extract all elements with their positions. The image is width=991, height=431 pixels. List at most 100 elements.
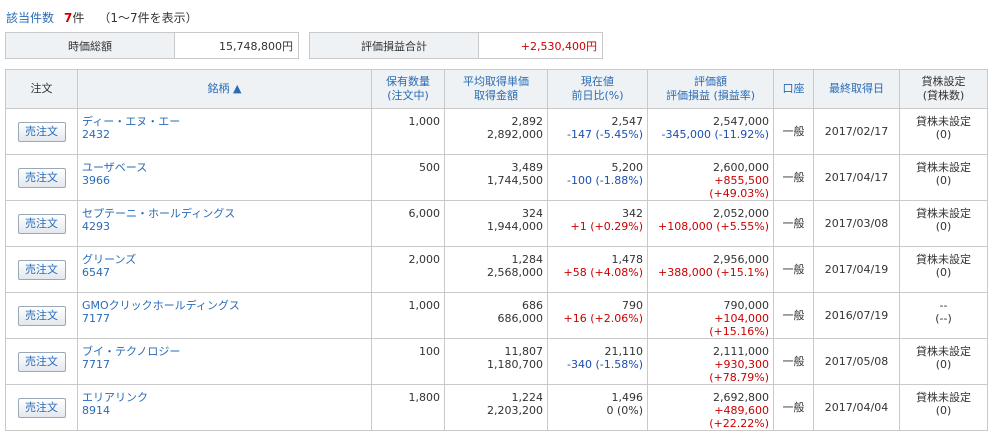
holdings-table: 注文 銘柄 ▲ 保有数量 (注文中) 平均取得単価 取得金額 現在値 前日比(%) 評… bbox=[5, 69, 988, 431]
col-price-sort[interactable]: 現在値 前日比(%) bbox=[547, 69, 648, 109]
account-type: 一般 bbox=[773, 154, 814, 201]
account-type: 一般 bbox=[773, 108, 814, 155]
day-change: 0 (0%) bbox=[606, 404, 643, 417]
avg-price: 686 bbox=[522, 299, 543, 312]
last-acquired-date: 2017/05/08 bbox=[813, 338, 900, 385]
last-acquired-date: 2017/04/17 bbox=[813, 154, 900, 201]
lend-setting: 貸株未設定 bbox=[916, 115, 971, 128]
market-value-box: 時価総額 15,748,800円 bbox=[5, 32, 299, 59]
eval-amount: 790,000 bbox=[723, 299, 770, 312]
avg-price: 1,284 bbox=[511, 253, 544, 266]
avg-price: 3,489 bbox=[511, 161, 544, 174]
stock-name-link[interactable]: ブイ・テクノロジー bbox=[82, 345, 367, 358]
account-type: 一般 bbox=[773, 292, 814, 339]
stock-code: 2432 bbox=[82, 128, 110, 141]
stock-name-link[interactable]: グリーンズ bbox=[82, 253, 367, 266]
sell-order-button[interactable]: 売注文 bbox=[17, 213, 66, 234]
current-price: 1,478 bbox=[611, 253, 644, 266]
eval-amount: 2,956,000 bbox=[713, 253, 769, 266]
eval-pl: +855,500 (+49.03%) bbox=[709, 174, 769, 200]
col-qty-sort[interactable]: 保有数量 (注文中) bbox=[371, 69, 445, 109]
stock-name-link[interactable]: セプテーニ・ホールディングス bbox=[82, 207, 367, 220]
table-row: 売注文 ブイ・テクノロジー 7717 100 11,807 1,180,700 21… bbox=[5, 338, 988, 385]
acquisition-cost: 2,203,200 bbox=[487, 404, 543, 417]
pl-total-label: 評価損益合計 bbox=[310, 33, 479, 58]
avg-price: 2,892 bbox=[511, 115, 544, 128]
stock-name-link[interactable]: ユーザベース bbox=[82, 161, 367, 174]
eval-pl: -345,000 (-11.92%) bbox=[661, 128, 769, 141]
count-range: （1〜7件を表示） bbox=[98, 11, 198, 25]
lend-setting: 貸株未設定 bbox=[916, 207, 971, 220]
stock-code: 4293 bbox=[82, 220, 110, 233]
col-eval-sort[interactable]: 評価額 評価損益 (損益率) bbox=[647, 69, 774, 109]
last-acquired-date: 2016/07/19 bbox=[813, 292, 900, 339]
holding-qty: 1,000 bbox=[371, 108, 445, 155]
col-name-label: 銘柄 ▲ bbox=[207, 82, 242, 95]
acquisition-cost: 1,180,700 bbox=[487, 358, 543, 371]
acquisition-cost: 1,744,500 bbox=[487, 174, 543, 187]
day-change: -147 (-5.45%) bbox=[567, 128, 643, 141]
lend-qty: (0) bbox=[935, 358, 952, 371]
table-row: 売注文 ユーザベース 3966 500 3,489 1,744,500 5,200-… bbox=[5, 154, 988, 201]
stock-name-link[interactable]: エリアリンク bbox=[82, 391, 367, 404]
eval-amount: 2,692,800 bbox=[713, 391, 769, 404]
count-label: 該当件数 bbox=[6, 11, 55, 25]
eval-pl: +930,300 (+78.79%) bbox=[709, 358, 769, 384]
current-price: 2,547 bbox=[611, 115, 644, 128]
account-type: 一般 bbox=[773, 200, 814, 247]
table-row: 売注文 エリアリンク 8914 1,800 1,224 2,203,200 1,49… bbox=[5, 384, 988, 431]
holding-qty: 500 bbox=[371, 154, 445, 201]
last-acquired-date: 2017/03/08 bbox=[813, 200, 900, 247]
lend-setting: 貸株未設定 bbox=[916, 345, 971, 358]
eval-pl: +489,600 (+22.22%) bbox=[709, 404, 769, 430]
avg-price: 324 bbox=[522, 207, 543, 220]
day-change: -100 (-1.88%) bbox=[567, 174, 643, 187]
lend-qty: (0) bbox=[935, 128, 952, 141]
lend-setting: 貸株未設定 bbox=[916, 391, 971, 404]
stock-name-link[interactable]: ディー・エヌ・エー bbox=[82, 115, 367, 128]
holding-qty: 1,000 bbox=[371, 292, 445, 339]
pl-total-box: 評価損益合計 +2,530,400円 bbox=[309, 32, 603, 59]
lend-qty: (0) bbox=[935, 174, 952, 187]
table-row: 売注文 ディー・エヌ・エー 2432 1,000 2,892 2,892,000 2… bbox=[5, 108, 988, 155]
stock-name-link[interactable]: GMOクリックホールディングス bbox=[82, 299, 367, 312]
eval-amount: 2,052,000 bbox=[713, 207, 769, 220]
sell-order-button[interactable]: 売注文 bbox=[17, 121, 66, 142]
sell-order-button[interactable]: 売注文 bbox=[17, 351, 66, 372]
current-price: 342 bbox=[622, 207, 643, 220]
account-type: 一般 bbox=[773, 384, 814, 431]
stock-code: 8914 bbox=[82, 404, 110, 417]
sell-order-button[interactable]: 売注文 bbox=[17, 259, 66, 280]
col-order: 注文 bbox=[5, 69, 78, 109]
lend-qty: (0) bbox=[935, 220, 952, 233]
lend-setting: 貸株未設定 bbox=[916, 161, 971, 174]
pl-total: +2,530,400円 bbox=[479, 33, 602, 58]
col-lend: 貸株設定 (貸株数) bbox=[899, 69, 988, 109]
lend-qty: (0) bbox=[935, 404, 952, 417]
col-date-sort[interactable]: 最終取得日 bbox=[813, 69, 900, 109]
stock-code: 7717 bbox=[82, 358, 110, 371]
acquisition-cost: 686,000 bbox=[497, 312, 544, 325]
stock-code: 3966 bbox=[82, 174, 110, 187]
col-avg-sort[interactable]: 平均取得単価 取得金額 bbox=[444, 69, 548, 109]
acquisition-cost: 1,944,000 bbox=[487, 220, 543, 233]
sell-order-button[interactable]: 売注文 bbox=[17, 397, 66, 418]
eval-pl: +108,000 (+5.55%) bbox=[658, 220, 769, 233]
eval-amount: 2,111,000 bbox=[713, 345, 769, 358]
holding-qty: 6,000 bbox=[371, 200, 445, 247]
account-type: 一般 bbox=[773, 338, 814, 385]
last-acquired-date: 2017/02/17 bbox=[813, 108, 900, 155]
lend-setting: 貸株未設定 bbox=[916, 253, 971, 266]
sell-order-button[interactable]: 売注文 bbox=[17, 167, 66, 188]
eval-pl: +388,000 (+15.1%) bbox=[658, 266, 769, 279]
last-acquired-date: 2017/04/04 bbox=[813, 384, 900, 431]
eval-amount: 2,600,000 bbox=[713, 161, 769, 174]
lend-qty: (--) bbox=[935, 312, 952, 325]
col-account-sort[interactable]: 口座 bbox=[773, 69, 814, 109]
sell-order-button[interactable]: 売注文 bbox=[17, 305, 66, 326]
col-name-sort[interactable]: 銘柄 ▲ bbox=[77, 69, 372, 109]
table-row: 売注文 GMOクリックホールディングス 7177 1,000 686 686,000… bbox=[5, 292, 988, 339]
acquisition-cost: 2,568,000 bbox=[487, 266, 543, 279]
table-row: 売注文 グリーンズ 6547 2,000 1,284 2,568,000 1,478… bbox=[5, 246, 988, 293]
table-row: 売注文 セプテーニ・ホールディングス 4293 6,000 324 1,944,00… bbox=[5, 200, 988, 247]
